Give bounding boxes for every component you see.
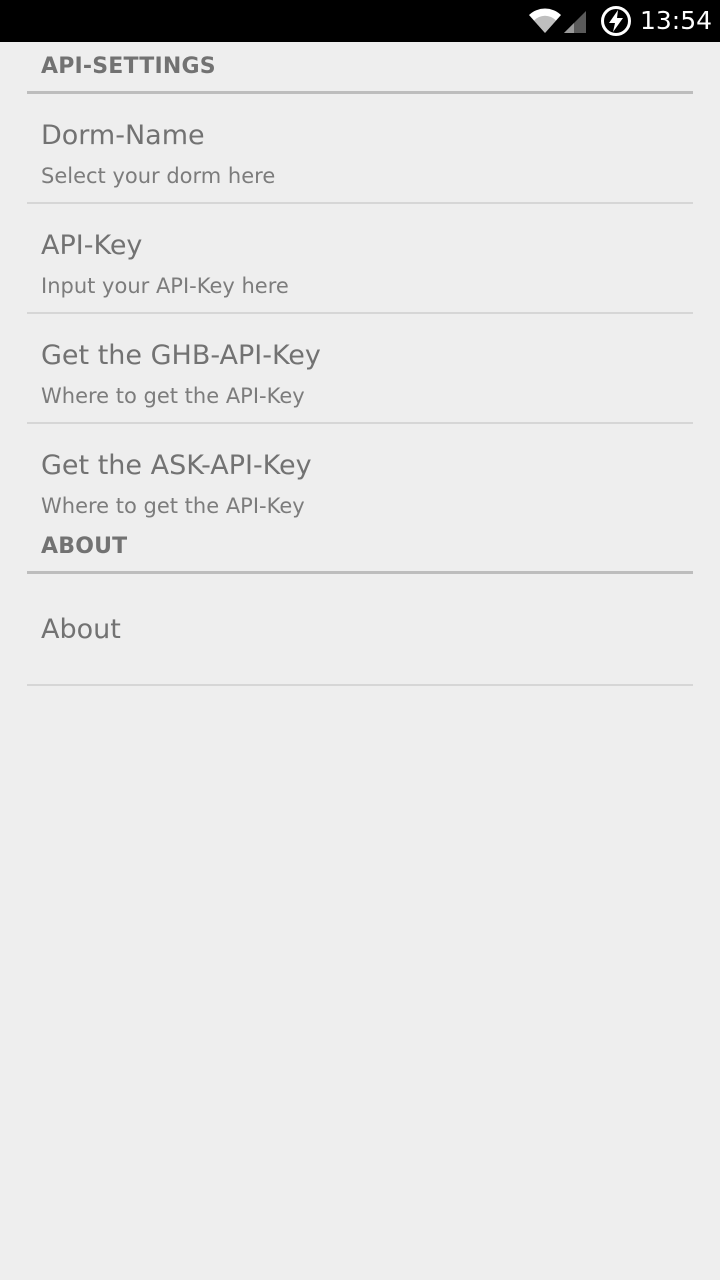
- pref-title: Dorm-Name: [41, 120, 205, 151]
- wifi-icon: [528, 8, 561, 33]
- pref-item-about[interactable]: About: [27, 574, 693, 686]
- pref-title: Get the GHB-API-Key: [41, 340, 321, 371]
- cell-signal-icon: [563, 11, 586, 33]
- pref-summary: Select your dorm here: [41, 164, 276, 188]
- preferences-list: API-SETTINGS Dorm-Name Select your dorm …: [27, 42, 693, 686]
- pref-item-api-key[interactable]: API-Key Input your API-Key here: [27, 204, 693, 314]
- status-bar: 13:54: [0, 0, 720, 42]
- section-title: ABOUT: [41, 534, 128, 559]
- pref-title: About: [41, 614, 121, 645]
- pref-title: API-Key: [41, 230, 143, 261]
- pref-summary: Where to get the API-Key: [41, 384, 305, 408]
- section-header-api-settings: API-SETTINGS: [27, 42, 693, 94]
- battery-charging-icon: [600, 6, 631, 36]
- pref-title: Get the ASK-API-Key: [41, 450, 312, 481]
- status-clock: 13:54: [639, 6, 712, 35]
- status-icons: 13:54: [528, 0, 712, 42]
- pref-item-dorm-name[interactable]: Dorm-Name Select your dorm here: [27, 94, 693, 204]
- pref-summary: Where to get the API-Key: [41, 494, 305, 518]
- pref-summary: Input your API-Key here: [41, 274, 289, 298]
- pref-item-get-ask-api-key[interactable]: Get the ASK-API-Key Where to get the API…: [27, 424, 693, 532]
- section-header-about: ABOUT: [27, 532, 693, 574]
- pref-item-get-ghb-api-key[interactable]: Get the GHB-API-Key Where to get the API…: [27, 314, 693, 424]
- section-title: API-SETTINGS: [41, 54, 216, 79]
